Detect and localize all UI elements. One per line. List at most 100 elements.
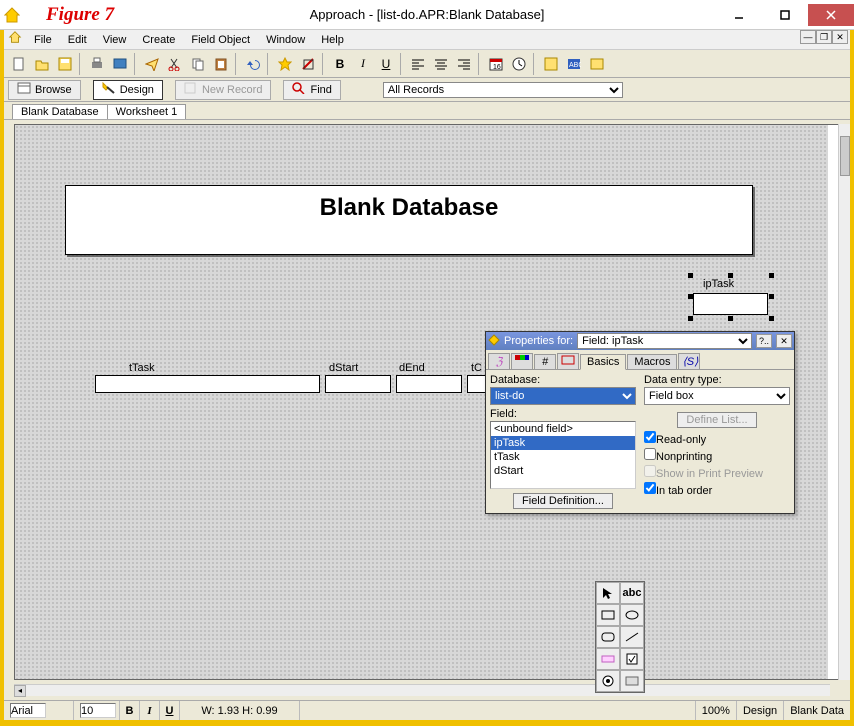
roundrect-tool[interactable] xyxy=(596,626,620,648)
font-select[interactable] xyxy=(10,703,46,718)
field-tool[interactable] xyxy=(596,648,620,670)
close-button[interactable] xyxy=(808,4,854,26)
properties-target-select[interactable]: Field: ipTask xyxy=(577,333,752,349)
field-ttask[interactable] xyxy=(95,375,320,393)
proptab-size[interactable] xyxy=(557,353,579,369)
status-underline-button[interactable]: U xyxy=(160,701,180,720)
readonly-checkbox[interactable]: Read-only xyxy=(644,431,790,446)
print-button[interactable] xyxy=(86,53,108,75)
field-list-item[interactable]: tTask xyxy=(491,450,635,464)
pointer-tool[interactable] xyxy=(596,582,620,604)
scroll-left-button[interactable]: ◂ xyxy=(14,685,26,697)
menu-help[interactable]: Help xyxy=(313,32,352,48)
help-button[interactable]: ?.. xyxy=(756,334,772,348)
delete-button[interactable] xyxy=(297,53,319,75)
properties-close-button[interactable]: ✕ xyxy=(776,334,792,348)
radio-tool[interactable] xyxy=(596,670,620,692)
mdi-minimize-button[interactable]: — xyxy=(800,30,816,44)
workarea: Blank Database ipTask tTask dStart dEnd … xyxy=(4,120,850,700)
font-size-input[interactable] xyxy=(80,703,116,718)
new-record-icon[interactable] xyxy=(274,53,296,75)
proptab-color[interactable] xyxy=(511,353,533,369)
browse-mode-button[interactable]: Browse xyxy=(8,80,81,100)
taborder-checkbox[interactable]: In tab order xyxy=(644,482,790,497)
line-tool[interactable] xyxy=(620,626,644,648)
menu-view[interactable]: View xyxy=(95,32,135,48)
tab-worksheet1[interactable]: Worksheet 1 xyxy=(107,104,187,119)
field-listbox[interactable]: <unbound field> ipTask tTask dStart xyxy=(490,421,636,489)
align-left-button[interactable] xyxy=(407,53,429,75)
cut-button[interactable] xyxy=(164,53,186,75)
button-tool[interactable] xyxy=(620,670,644,692)
copy-button[interactable] xyxy=(187,53,209,75)
undo-button[interactable] xyxy=(242,53,264,75)
new-record-button: New Record xyxy=(175,80,272,100)
send-button[interactable] xyxy=(141,53,163,75)
find-mode-button[interactable]: Find xyxy=(283,80,340,100)
status-zoom[interactable]: 100% xyxy=(696,701,737,720)
proptab-macros[interactable]: Macros xyxy=(627,354,677,369)
mdi-close-button[interactable]: ✕ xyxy=(832,30,848,44)
properties-titlebar[interactable]: Properties for: Field: ipTask ?.. ✕ xyxy=(486,332,794,350)
design-canvas[interactable]: Blank Database ipTask tTask dStart dEnd … xyxy=(14,124,830,680)
tools-button[interactable] xyxy=(586,53,608,75)
minimize-button[interactable] xyxy=(716,4,762,26)
save-button[interactable] xyxy=(54,53,76,75)
rect-tool[interactable] xyxy=(596,604,620,626)
database-select[interactable]: list-do xyxy=(490,387,636,405)
underline-button[interactable]: U xyxy=(375,53,397,75)
proptab-script[interactable]: ⟨S⟩ xyxy=(678,353,700,369)
menu-window[interactable]: Window xyxy=(258,32,313,48)
form-title-block[interactable]: Blank Database xyxy=(65,185,753,255)
align-right-button[interactable] xyxy=(453,53,475,75)
field-label-tc[interactable]: tC xyxy=(471,362,482,374)
tool-palette[interactable]: abc xyxy=(595,581,645,693)
open-button[interactable] xyxy=(31,53,53,75)
menu-edit[interactable]: Edit xyxy=(60,32,95,48)
define-list-button: Define List... xyxy=(677,412,756,428)
field-label-ttask[interactable]: tTask xyxy=(129,362,155,374)
design-mode-button[interactable]: Design xyxy=(93,80,163,100)
paste-button[interactable] xyxy=(210,53,232,75)
mdi-restore-button[interactable]: ❐ xyxy=(816,30,832,44)
entry-type-label: Data entry type: xyxy=(644,374,790,386)
menu-field-object[interactable]: Field Object xyxy=(183,32,258,48)
scroll-thumb[interactable] xyxy=(840,136,850,176)
field-definition-button[interactable]: Field Definition... xyxy=(513,493,613,509)
props-button[interactable] xyxy=(540,53,562,75)
text-tool[interactable]: abc xyxy=(620,582,644,604)
field-tc[interactable] xyxy=(467,375,487,393)
home-icon[interactable] xyxy=(8,30,22,49)
date-button[interactable]: 16 xyxy=(485,53,507,75)
field-label-dstart[interactable]: dStart xyxy=(329,362,358,374)
field-list-item[interactable]: dStart xyxy=(491,464,635,478)
horizontal-scrollbar[interactable]: ◂ xyxy=(14,684,830,696)
menu-create[interactable]: Create xyxy=(134,32,183,48)
field-dend[interactable] xyxy=(396,375,462,393)
align-center-button[interactable] xyxy=(430,53,452,75)
time-button[interactable] xyxy=(508,53,530,75)
menu-file[interactable]: File xyxy=(26,32,60,48)
proptab-format[interactable]: # xyxy=(534,354,556,369)
new-button[interactable] xyxy=(8,53,30,75)
proptab-basics[interactable]: Basics xyxy=(580,354,626,370)
field-list-item-selected[interactable]: ipTask xyxy=(491,436,635,450)
field-label-dend[interactable]: dEnd xyxy=(399,362,425,374)
nonprinting-checkbox[interactable]: Nonprinting xyxy=(644,448,790,463)
field-list-item[interactable]: <unbound field> xyxy=(491,422,635,436)
checkbox-tool[interactable] xyxy=(620,648,644,670)
bold-button[interactable]: B xyxy=(329,53,351,75)
status-italic-button[interactable]: I xyxy=(140,701,160,720)
entry-type-select[interactable]: Field box xyxy=(644,387,790,405)
preview-button[interactable] xyxy=(109,53,131,75)
maximize-button[interactable] xyxy=(762,4,808,26)
vertical-scrollbar[interactable] xyxy=(838,124,850,680)
spellcheck-button[interactable]: ABC xyxy=(563,53,585,75)
proptab-style[interactable]: ℨ xyxy=(488,353,510,369)
ellipse-tool[interactable] xyxy=(620,604,644,626)
tab-blank-database[interactable]: Blank Database xyxy=(12,104,108,119)
records-filter-select[interactable]: All Records xyxy=(383,82,623,98)
field-dstart[interactable] xyxy=(325,375,391,393)
status-bold-button[interactable]: B xyxy=(120,701,140,720)
italic-button[interactable]: I xyxy=(352,53,374,75)
